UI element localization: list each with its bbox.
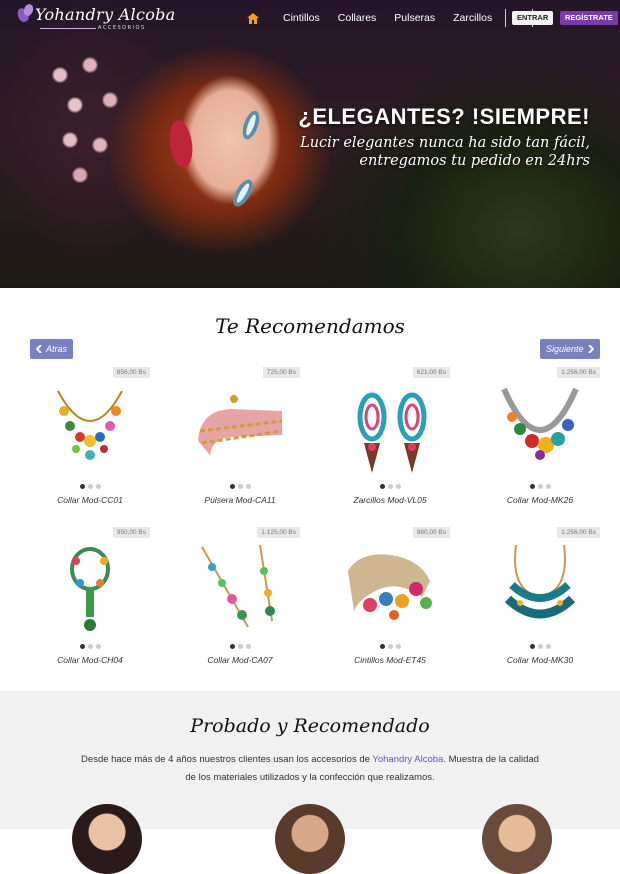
product-price: 725,00 Bs — [262, 367, 300, 378]
carousel-dots[interactable] — [480, 484, 600, 489]
carousel-dots[interactable] — [30, 644, 150, 649]
brand-subtitle: ACCESORIOS — [98, 25, 146, 31]
home-icon[interactable] — [242, 8, 264, 28]
product-name[interactable]: Collar Mod-MK26 — [480, 495, 600, 505]
product-card[interactable]: 725,00 Bs Pulsera Mod-CA11 — [180, 367, 300, 507]
necklace-image — [57, 390, 123, 460]
hero-eye-decoration — [239, 108, 263, 142]
main-menu: Cintillos Collares Pulseras Zarcillos — [242, 0, 537, 36]
carousel-dots[interactable] — [30, 484, 150, 489]
recommended-section: Te Recomendamos Atras Siguiente 856,00 B… — [0, 288, 620, 691]
product-price: 1.256,00 Bs — [557, 367, 600, 378]
nav-item-cintillos[interactable]: Cintillos — [283, 12, 320, 24]
product-name[interactable]: Collar Mod-MK30 — [480, 655, 600, 665]
nav-item-collares[interactable]: Collares — [338, 12, 377, 24]
product-name[interactable]: Collar Mod-CH04 — [30, 655, 150, 665]
product-name[interactable]: Collar Mod-CA07 — [180, 655, 300, 665]
carousel-dots[interactable] — [480, 644, 600, 649]
product-price: 621,00 Bs — [412, 367, 450, 378]
product-name[interactable]: Zarcillos Mod-VL05 — [330, 495, 450, 505]
product-card[interactable]: 950,00 Bs Collar Mod-CH04 — [30, 527, 150, 667]
testimonials-section: Probado y Recomendado Desde hace más de … — [0, 691, 620, 874]
carousel-dots[interactable] — [180, 644, 300, 649]
avatar[interactable] — [275, 804, 345, 874]
carousel-dots[interactable] — [180, 484, 300, 489]
product-card[interactable]: 1.256,00 Bs Collar Mod-MK26 — [480, 367, 600, 507]
carousel-dots[interactable] — [330, 484, 450, 489]
product-price: 1.256,00 Bs — [557, 527, 600, 538]
section-title: Te Recomendamos — [215, 314, 405, 338]
nav-item-zarcillos[interactable]: Zarcillos — [453, 12, 492, 24]
hero-banner: Yohandry Alcoba ACCESORIOS Cintillos Col… — [0, 0, 620, 288]
butterfly-icon — [18, 4, 32, 26]
headband-image — [348, 554, 432, 620]
chevron-left-icon — [36, 345, 42, 353]
brand-name: Yohandry Alcoba — [35, 5, 176, 24]
section-title: Probado y Recomendado — [190, 715, 430, 737]
product-price: 856,00 Bs — [112, 367, 150, 378]
brand-link[interactable]: Yohandry Alcoba — [372, 754, 443, 765]
product-card[interactable]: 621,00 Bs Zarcillos Mod-VL05 — [330, 367, 450, 507]
top-nav: Yohandry Alcoba ACCESORIOS Cintillos Col… — [0, 0, 620, 36]
bracelet-image — [198, 395, 283, 455]
next-button[interactable]: Siguiente — [540, 339, 600, 359]
necklace-image — [501, 387, 579, 460]
hero-lips-decoration — [166, 118, 196, 170]
flower-crown-decoration — [30, 45, 140, 195]
product-price: 1.125,00 Bs — [257, 527, 300, 538]
carousel-dots[interactable] — [330, 644, 450, 649]
intro-text: Desde hace más de 4 años nuestros client… — [81, 754, 373, 765]
next-button-label: Siguiente — [546, 344, 584, 354]
avatar[interactable] — [72, 804, 142, 874]
nav-divider — [505, 9, 507, 27]
product-card[interactable]: 980,00 Bs Cintillos Mod-ET45 — [330, 527, 450, 667]
register-button[interactable]: REGÍSTRATE — [560, 11, 618, 25]
product-name[interactable]: Pulsera Mod-CA11 — [180, 495, 300, 505]
product-price: 950,00 Bs — [112, 527, 150, 538]
brand-logo[interactable]: Yohandry Alcoba ACCESORIOS — [18, 4, 176, 32]
necklace-image — [70, 547, 110, 631]
testimonials-intro: Desde hace más de 4 años nuestros client… — [80, 751, 540, 787]
product-card[interactable]: 1.125,00 Bs Collar Mod-CA07 — [180, 527, 300, 667]
hero-tagline-2: entregamos tu pedido en 24hrs — [359, 153, 590, 169]
logo-underline — [40, 28, 96, 29]
product-card[interactable]: 1.256,00 Bs Collar Mod-MK30 — [480, 527, 600, 667]
hero-eye-decoration — [229, 176, 257, 210]
avatar[interactable] — [482, 804, 552, 874]
prev-button-label: Atras — [46, 344, 68, 354]
prev-button[interactable]: Atras — [30, 339, 74, 359]
earrings-image — [357, 392, 427, 473]
hero-tagline-1: Lucir elegantes nunca ha sido tan fácil, — [300, 135, 590, 151]
login-button[interactable]: ENTRAR — [512, 11, 554, 25]
hero-title: ¿ELEGANTES? !SIEMPRE! — [298, 104, 590, 129]
hero-headline: ¿ELEGANTES? !SIEMPRE! Lucir elegantes nu… — [298, 104, 590, 170]
necklace-image — [201, 544, 275, 628]
product-name[interactable]: Collar Mod-CC01 — [30, 495, 150, 505]
product-card[interactable]: 856,00 Bs Collar Mod-CC01 — [30, 367, 150, 507]
nav-item-pulseras[interactable]: Pulseras — [394, 12, 435, 24]
product-price: 980,00 Bs — [412, 527, 450, 538]
product-name[interactable]: Cintillos Mod-ET45 — [330, 655, 450, 665]
chevron-right-icon — [587, 345, 594, 353]
necklace-image — [504, 544, 576, 619]
